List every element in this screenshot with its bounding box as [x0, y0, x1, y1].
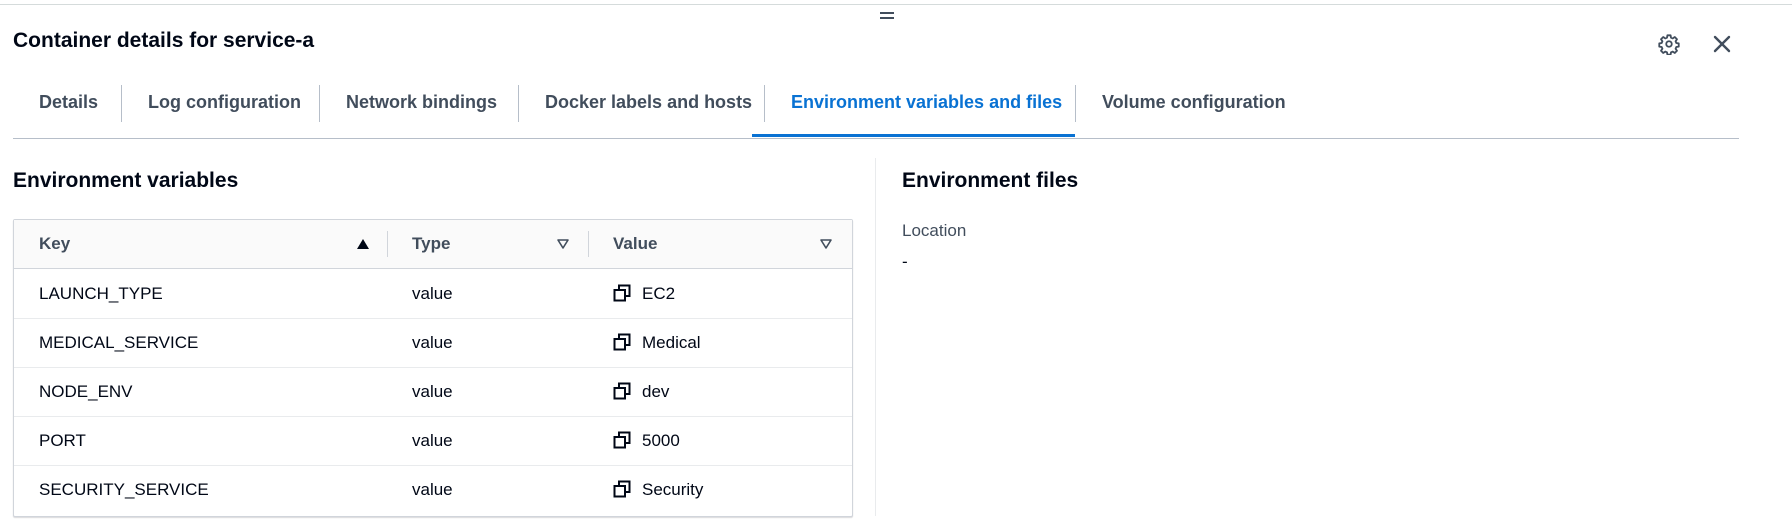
column-header-value[interactable]: Value: [613, 220, 657, 268]
location-label: Location: [902, 221, 967, 240]
column-separator: [588, 231, 589, 257]
drag-handle-icon[interactable]: [880, 12, 894, 20]
tab-log-configuration[interactable]: Log configuration: [148, 80, 301, 136]
column-header-type[interactable]: Type: [412, 220, 450, 268]
tab-separator: [319, 85, 320, 122]
column-header-key[interactable]: Key: [39, 220, 70, 268]
environment-variables-heading: Environment variables: [13, 169, 239, 192]
env-value-cell: 5000: [642, 431, 680, 450]
env-value-cell: dev: [642, 382, 670, 401]
tab-separator: [121, 85, 122, 122]
table-row: PORT value 5000: [14, 416, 852, 466]
copy-icon[interactable]: [613, 480, 631, 498]
table-header: Key Type Value: [14, 220, 852, 269]
env-type-cell: value: [412, 333, 453, 352]
environment-files-heading: Environment files: [902, 169, 1079, 192]
settings-button[interactable]: [1653, 28, 1685, 60]
tab-environment-variables-and-files[interactable]: Environment variables and files: [791, 80, 1062, 136]
tab-docker-labels-and-hosts[interactable]: Docker labels and hosts: [545, 80, 752, 136]
copy-icon[interactable]: [613, 382, 631, 400]
copy-icon[interactable]: [613, 431, 631, 449]
env-key-cell: LAUNCH_TYPE: [39, 284, 163, 303]
sort-indicator-icon[interactable]: [819, 237, 833, 251]
env-value-cell: Medical: [642, 333, 701, 352]
tab-bar: Details Log configuration Network bindin…: [13, 80, 1739, 139]
env-type-cell: value: [412, 284, 453, 303]
top-border: [0, 4, 1792, 5]
env-type-cell: value: [412, 480, 453, 499]
env-key-cell: NODE_ENV: [39, 382, 133, 401]
environment-variables-table: Key Type Value LAUNCH_TYPE value EC2 MED…: [13, 219, 853, 517]
copy-icon[interactable]: [613, 333, 631, 351]
table-row: MEDICAL_SERVICE value Medical: [14, 318, 852, 368]
active-tab-indicator: [752, 134, 1075, 137]
env-key-cell: PORT: [39, 431, 86, 450]
env-type-cell: value: [412, 382, 453, 401]
table-row: SECURITY_SERVICE value Security: [14, 465, 852, 514]
env-value-cell: Security: [642, 480, 704, 499]
env-key-cell: SECURITY_SERVICE: [39, 480, 209, 499]
tab-separator: [1075, 85, 1076, 122]
close-icon: [1713, 35, 1731, 53]
sort-indicator-icon[interactable]: [556, 237, 570, 251]
location-value: -: [902, 252, 908, 271]
table-row: LAUNCH_TYPE value EC2: [14, 269, 852, 319]
modal-title: Container details for service-a: [13, 29, 315, 52]
sort-ascending-icon[interactable]: [356, 237, 370, 251]
env-value-cell: EC2: [642, 284, 676, 303]
tab-volume-configuration[interactable]: Volume configuration: [1102, 80, 1286, 136]
copy-icon[interactable]: [613, 284, 631, 302]
env-type-cell: value: [412, 431, 453, 450]
column-separator: [387, 231, 388, 257]
tab-details[interactable]: Details: [39, 80, 98, 136]
close-button[interactable]: [1706, 28, 1738, 60]
column-divider: [875, 158, 876, 516]
gear-icon: [1658, 34, 1680, 55]
tab-separator: [518, 85, 519, 122]
env-key-cell: MEDICAL_SERVICE: [39, 333, 199, 352]
tab-network-bindings[interactable]: Network bindings: [346, 80, 497, 136]
tab-separator: [764, 85, 765, 122]
table-row: NODE_ENV value dev: [14, 367, 852, 417]
